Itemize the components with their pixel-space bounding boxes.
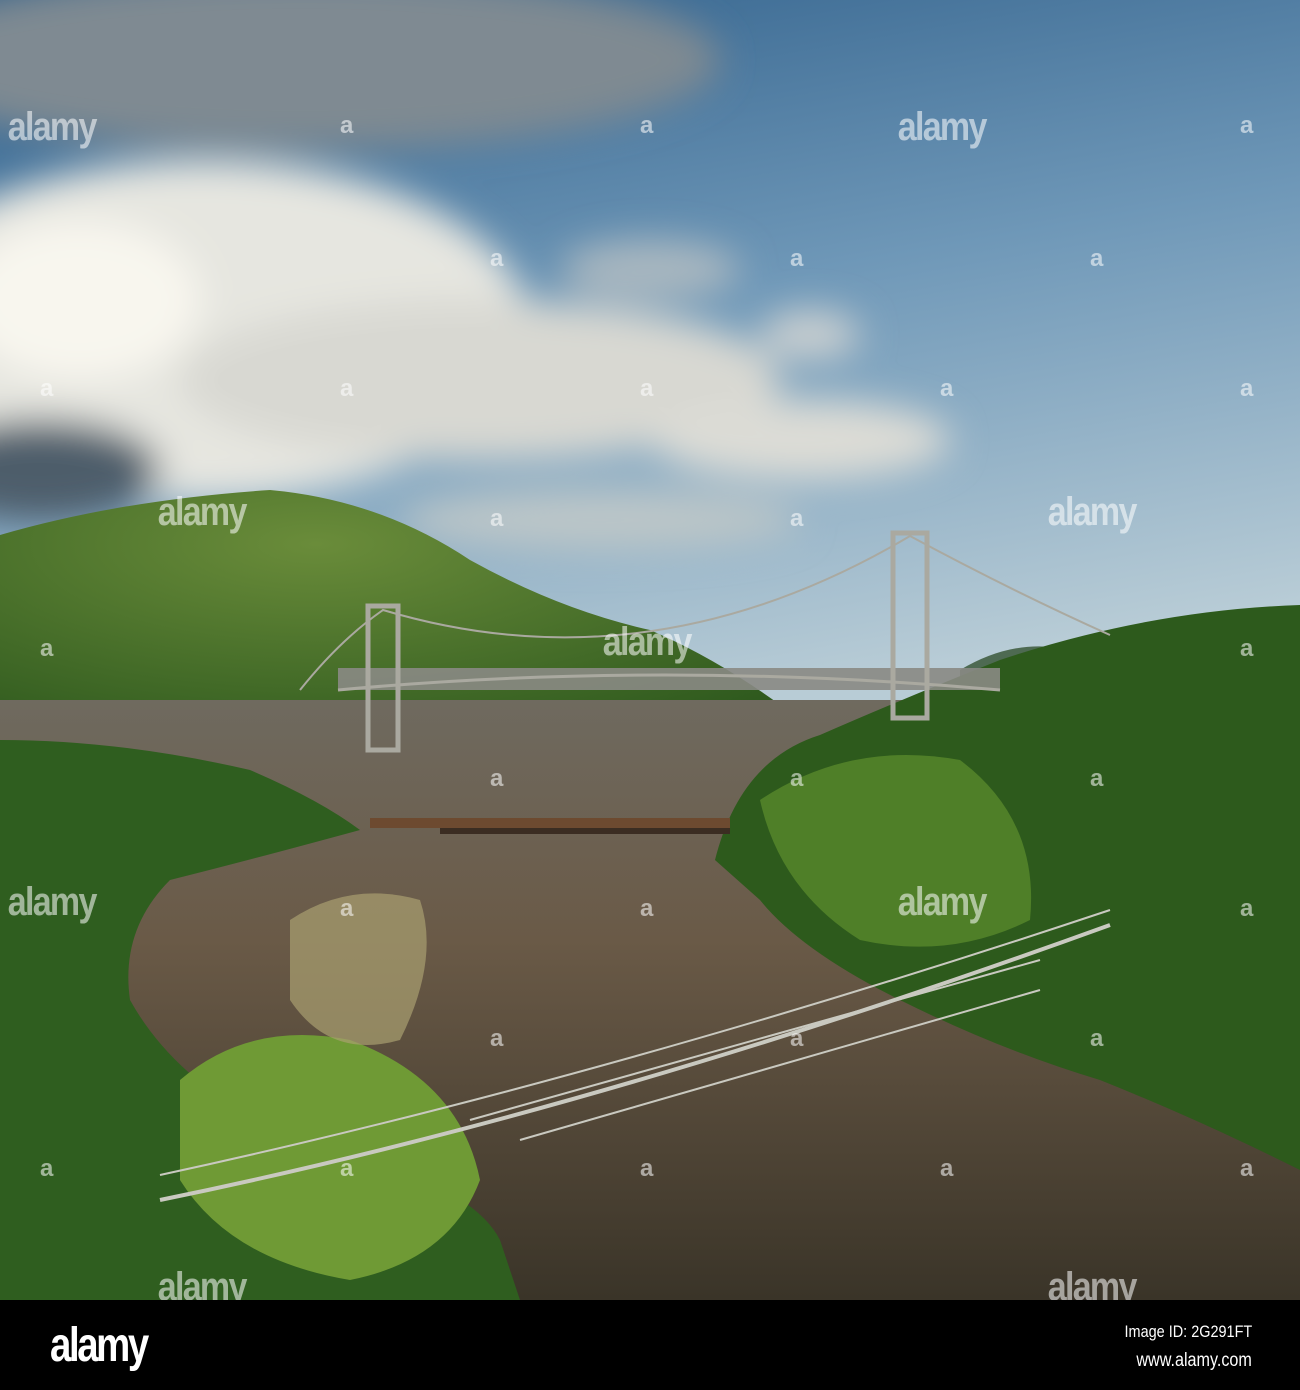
- watermark-mark: a: [1240, 635, 1254, 662]
- watermark-text: alamy: [157, 490, 248, 534]
- watermark-mark: a: [640, 1155, 654, 1182]
- watermark-mark: a: [340, 112, 354, 139]
- watermark-mark: a: [340, 375, 354, 402]
- bare-tree: [290, 893, 427, 1045]
- watermark-mark: a: [40, 635, 54, 662]
- watermark-mark: a: [640, 112, 654, 139]
- watermark-mark: a: [790, 505, 804, 532]
- watermark-mark: a: [1090, 765, 1104, 792]
- watermark-mark: a: [790, 245, 804, 272]
- watermark-mark: a: [640, 375, 654, 402]
- watermark-mark: a: [490, 1025, 504, 1052]
- watermark-mark: a: [1240, 375, 1254, 402]
- watermark-mark: a: [940, 1155, 954, 1182]
- image-id: Image ID: 2G291FT: [1124, 1322, 1252, 1341]
- watermark-mark: a: [1240, 1155, 1254, 1182]
- site-url: www.alamy.com: [1136, 1350, 1252, 1371]
- watermark-mark: a: [1090, 1025, 1104, 1052]
- watermark-mark: a: [340, 895, 354, 922]
- watermark-text: alamy: [897, 880, 988, 924]
- watermark-mark: a: [790, 765, 804, 792]
- watermark-text: alamy: [7, 880, 98, 924]
- watermark-mark: a: [40, 1155, 54, 1182]
- alamy-logo: alamy: [50, 1319, 149, 1372]
- watermark-mark: a: [490, 505, 504, 532]
- watermark-mark: a: [1090, 245, 1104, 272]
- watermark-text: alamy: [1047, 490, 1138, 534]
- watermark-mark: a: [490, 245, 504, 272]
- watermark-mark: a: [40, 375, 54, 402]
- watermark-text: alamy: [7, 105, 98, 149]
- watermark-mark: a: [1240, 112, 1254, 139]
- watermark-mark: a: [790, 1025, 804, 1052]
- watermark-mark: a: [640, 895, 654, 922]
- watermark-text: alamy: [602, 620, 693, 664]
- watermark-text: alamy: [897, 105, 988, 149]
- watermark-mark: a: [490, 765, 504, 792]
- watermark-mark: a: [1240, 895, 1254, 922]
- footer-bar: alamy Image ID: 2G291FT www.alamy.com: [0, 1300, 1300, 1390]
- watermark-mark: a: [940, 375, 954, 402]
- watermark-mark: a: [340, 1155, 354, 1182]
